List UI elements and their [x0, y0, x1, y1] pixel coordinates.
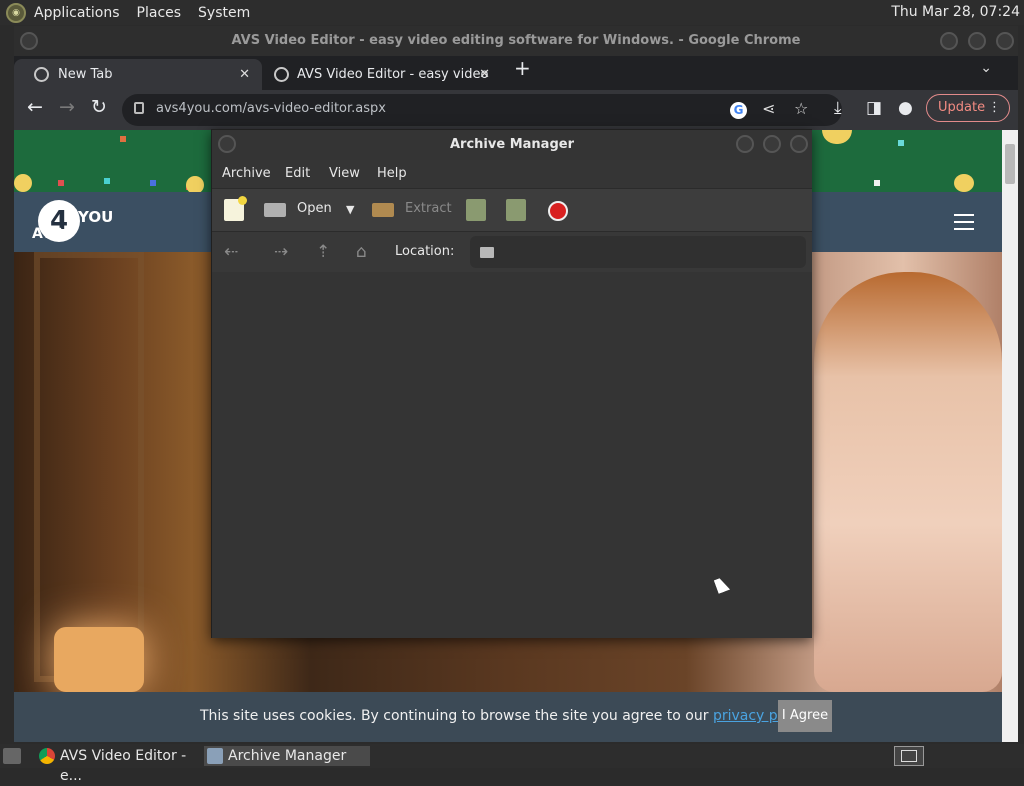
- minimize-button[interactable]: [940, 32, 958, 50]
- i-agree-button[interactable]: I Agree: [778, 700, 832, 732]
- taskbar-item-archive-manager[interactable]: Archive Manager: [204, 746, 370, 766]
- google-lens-icon[interactable]: G: [730, 102, 747, 119]
- archive-manager-title: Archive Manager: [212, 130, 812, 160]
- menu-view[interactable]: View: [329, 166, 360, 181]
- new-tab-button[interactable]: +: [514, 56, 531, 80]
- minimize-button[interactable]: [736, 135, 754, 153]
- woman-portrait: [814, 272, 1002, 692]
- lamp-glow: [54, 627, 144, 692]
- tab-close-icon[interactable]: ✕: [479, 59, 490, 90]
- confetti-piece: [822, 130, 852, 144]
- open-archive-icon[interactable]: [264, 203, 286, 217]
- confetti-piece: [120, 136, 126, 142]
- update-button[interactable]: Update ⋮: [926, 94, 1010, 122]
- desktop-top-panel: ◉ Applications Places System Thu Mar 28,…: [0, 0, 1024, 25]
- menu-help[interactable]: Help: [377, 166, 407, 181]
- confetti-piece: [954, 174, 974, 192]
- confetti-piece: [58, 180, 64, 186]
- up-icon: ⇡: [316, 242, 331, 262]
- menu-archive[interactable]: Archive: [222, 166, 271, 181]
- taskbar-item-chrome[interactable]: AVS Video Editor - e...: [36, 746, 200, 784]
- close-button[interactable]: [996, 32, 1014, 50]
- archive-toolbar: Open ▼ Extract: [212, 188, 812, 232]
- reload-icon[interactable]: ↻: [91, 96, 107, 118]
- side-panel-icon[interactable]: ◨: [866, 98, 882, 118]
- confetti-piece: [14, 174, 32, 192]
- page-scrollbar[interactable]: [1002, 130, 1018, 742]
- back-arrow-icon[interactable]: ←: [27, 96, 43, 118]
- close-button[interactable]: [790, 135, 808, 153]
- new-archive-icon[interactable]: [224, 196, 247, 221]
- tab-avs-video-editor[interactable]: AVS Video Editor - easy video ✕: [252, 59, 502, 90]
- back-icon: ⇠: [224, 242, 239, 262]
- archive-menubar: Archive Edit View Help: [212, 160, 812, 188]
- extract-icon: [372, 203, 394, 217]
- window-menu-button[interactable]: [20, 32, 38, 50]
- logo-avs: AVS: [32, 226, 63, 242]
- download-icon[interactable]: ⤓: [834, 98, 842, 118]
- location-label: Location:: [395, 244, 455, 259]
- archive-manager-icon: [207, 748, 223, 764]
- window-menu-button[interactable]: [218, 135, 236, 153]
- cookie-text: This site uses cookies. By continuing to…: [200, 708, 713, 724]
- forward-icon: ⇢: [274, 242, 289, 262]
- scrollbar-thumb[interactable]: [1005, 144, 1015, 184]
- open-dropdown-chevron-icon[interactable]: ▼: [346, 203, 354, 216]
- archive-manager-window: Archive Manager Archive Edit View Help O…: [211, 129, 812, 638]
- menu-places[interactable]: Places: [137, 5, 182, 21]
- taskbar-item-label: Archive Manager: [228, 748, 347, 764]
- confetti-piece: [150, 180, 156, 186]
- more-menu-icon[interactable]: ⋮: [988, 95, 1001, 121]
- confetti-piece: [874, 180, 880, 186]
- add-folder-icon: [506, 199, 526, 221]
- menu-edit[interactable]: Edit: [285, 166, 310, 181]
- extract-button-label: Extract: [405, 201, 452, 216]
- share-icon[interactable]: ⋖: [762, 99, 775, 118]
- show-desktop-icon[interactable]: [3, 748, 21, 764]
- confetti-piece: [104, 178, 110, 184]
- tab-strip: New Tab ✕ AVS Video Editor - easy video …: [14, 56, 1018, 90]
- bottom-taskbar: AVS Video Editor - e... Archive Manager: [0, 744, 1024, 784]
- maximize-button[interactable]: [968, 32, 986, 50]
- tab-label: New Tab: [58, 67, 113, 82]
- omnibox[interactable]: avs4you.com/avs-video-editor.aspx G ⋖ ☆: [122, 94, 842, 126]
- chrome-favicon-icon: [34, 67, 49, 82]
- home-icon: ⌂: [356, 242, 367, 262]
- location-field[interactable]: [470, 236, 806, 268]
- clock[interactable]: Thu Mar 28, 07:24: [891, 4, 1020, 20]
- cookie-banner: This site uses cookies. By continuing to…: [14, 692, 1002, 742]
- tab-search-chevron-icon[interactable]: ⌄: [980, 60, 992, 76]
- cookie-text-wrap: This site uses cookies. By continuing to…: [200, 708, 812, 724]
- stop-icon: [548, 201, 568, 221]
- chrome-window-title: AVS Video Editor - easy video editing so…: [14, 26, 1018, 56]
- hamburger-menu-icon[interactable]: [954, 214, 974, 235]
- logo-you: YOU: [78, 208, 114, 226]
- menu-applications[interactable]: Applications: [34, 5, 120, 21]
- address-bar-row: ← → ↻ avs4you.com/avs-video-editor.aspx …: [14, 90, 1018, 130]
- taskbar-item-label: AVS Video Editor - e...: [60, 748, 187, 784]
- chrome-icon: [39, 748, 55, 764]
- tab-label: AVS Video Editor - easy video: [297, 67, 489, 82]
- add-files-icon: [466, 199, 486, 221]
- maximize-button[interactable]: [763, 135, 781, 153]
- globe-favicon-icon: [274, 67, 289, 82]
- folder-icon: [480, 247, 494, 258]
- update-label: Update: [938, 100, 986, 115]
- location-bar: ⇠ ⇢ ⇡ ⌂ Location:: [212, 232, 812, 272]
- tab-close-icon[interactable]: ✕: [239, 59, 250, 90]
- confetti-piece: [898, 140, 904, 146]
- open-button-label[interactable]: Open: [297, 201, 332, 216]
- menu-system[interactable]: System: [198, 5, 250, 21]
- forward-arrow-icon[interactable]: →: [59, 96, 75, 118]
- profile-avatar-icon[interactable]: ●: [898, 98, 913, 118]
- tab-new-tab[interactable]: New Tab ✕: [14, 59, 262, 90]
- workspace-switcher[interactable]: [894, 746, 924, 766]
- distro-logo-icon[interactable]: ◉: [6, 2, 26, 23]
- bookmark-star-icon[interactable]: ☆: [794, 99, 808, 118]
- url-text[interactable]: avs4you.com/avs-video-editor.aspx: [156, 101, 386, 116]
- background-window: [34, 252, 144, 682]
- lock-icon[interactable]: [134, 102, 144, 114]
